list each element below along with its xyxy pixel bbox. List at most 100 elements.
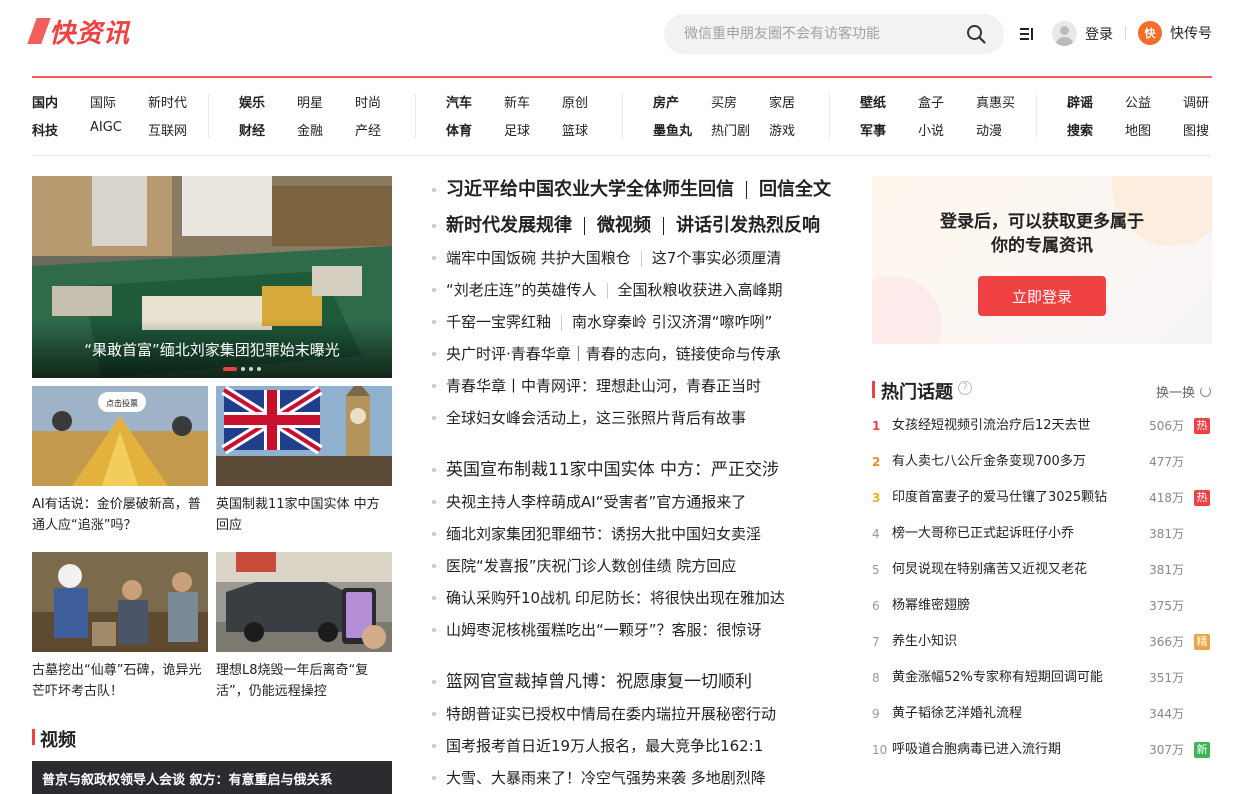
nav-item[interactable]: 军事 (860, 120, 886, 139)
news-row: 医院“发喜报”庆祝门诊人数创佳绩 院方回应 (432, 550, 842, 582)
hot-item[interactable]: 7 养生小知识 366万 精 (872, 624, 1212, 660)
news-row: 端牢中国饭碗 共护大国粮仓 这7个事实必须厘清 (432, 242, 842, 274)
nav-item[interactable]: 墨鱼丸 (653, 120, 692, 139)
headline-link[interactable]: 新时代发展规律 (446, 215, 572, 236)
nav-item[interactable]: 家居 (769, 92, 795, 111)
news-link[interactable]: 青春华章丨中青网评：理想赴山河，青春正当时 (446, 377, 761, 395)
hot-badge: 热 (1194, 418, 1210, 434)
news-card[interactable]: 英国制裁11家中国实体 中方回应 (216, 386, 392, 536)
news-link[interactable]: 英国宣布制裁11家中国实体 中方：严正交涉 (446, 460, 779, 480)
nav-item[interactable]: 财经 (239, 120, 265, 139)
news-link[interactable]: 央视主持人李梓萌成AI“受害者”官方通报来了 (446, 493, 746, 511)
news-link[interactable]: 特朗普证实已授权中情局在委内瑞拉开展秘密行动 (446, 705, 776, 723)
carousel-dot[interactable] (223, 367, 237, 371)
hot-item[interactable]: 3 印度首富妻子的爱马仕镶了3025颗钻 418万 热 (872, 480, 1212, 516)
video-item[interactable]: 普京与叙政权领导人会谈 叙方：有意重启与俄关系 (32, 761, 392, 794)
nav-item[interactable]: 原创 (562, 92, 588, 111)
search-input[interactable] (684, 26, 954, 42)
card-image (32, 552, 208, 652)
nav-item[interactable]: 搜索 (1067, 120, 1093, 139)
nav-item[interactable]: 科技 (32, 120, 58, 139)
news-card[interactable]: 古墓挖出“仙尊”石碑，诡异光芒吓坏考古队！ (32, 552, 208, 702)
nav-item[interactable]: 热门剧 (711, 120, 750, 139)
news-link[interactable]: 全国秋粮收获进入高峰期 (618, 281, 783, 299)
nav-item[interactable]: 国际 (90, 92, 116, 111)
carousel-dot[interactable] (241, 367, 245, 371)
hero-title: “果敢首富”缅北刘家集团犯罪始末曝光 (84, 341, 340, 359)
nav-item[interactable]: 调研 (1183, 92, 1209, 111)
nav-item[interactable]: 互联网 (148, 120, 187, 139)
nav-item[interactable]: AIGC (90, 120, 122, 135)
news-link[interactable]: 南水穿秦岭 引汉济渭“嚓咋咧” (572, 313, 772, 331)
news-link[interactable]: 千窑一宝霁红釉 (446, 313, 551, 331)
separator (640, 250, 642, 267)
login-link[interactable]: 登录 (1052, 21, 1113, 46)
hot-item[interactable]: 9 黄子韬徐艺洋婚礼流程 344万 (872, 696, 1212, 732)
news-link[interactable]: 确认采购歼10战机 印尼防长：将很快出现在雅加达 (446, 589, 785, 607)
nav-item[interactable]: 新车 (504, 92, 530, 111)
hot-item[interactable]: 6 杨幂维密翅膀 375万 (872, 588, 1212, 624)
menu-icon[interactable] (1020, 27, 1034, 41)
nav-item[interactable]: 壁纸 (860, 92, 886, 111)
nav-item[interactable]: 国内 (32, 92, 58, 111)
nav-item[interactable]: 新时代 (148, 92, 187, 111)
news-link[interactable]: “刘老庄连”的英雄传人 (446, 281, 597, 299)
hot-item[interactable]: 4 榜一大哥称已正式起诉旺仔小乔 381万 (872, 516, 1212, 552)
nav-item[interactable]: 真惠买 (976, 92, 1015, 111)
nav-item[interactable]: 体育 (446, 120, 472, 139)
nav-item[interactable]: 汽车 (446, 92, 472, 111)
hero-carousel[interactable]: “果敢首富”缅北刘家集团犯罪始末曝光 (32, 176, 392, 378)
nav-item[interactable]: 房产 (653, 92, 679, 111)
refresh-button[interactable]: 换一换 (1156, 382, 1212, 401)
news-link[interactable]: 医院“发喜报”庆祝门诊人数创佳绩 院方回应 (446, 557, 736, 575)
hot-item[interactable]: 2 有人卖七八公斤金条变现700多万 477万 (872, 444, 1212, 480)
nav-item[interactable]: 产经 (355, 120, 381, 139)
headline-link[interactable]: 习近平给中国农业大学全体师生回信 (446, 179, 734, 200)
nav-item[interactable]: 足球 (504, 120, 530, 139)
card-title: 古墓挖出“仙尊”石碑，诡异光芒吓坏考古队！ (32, 663, 202, 699)
nav-item[interactable]: 公益 (1125, 92, 1151, 111)
hot-badge: 新 (1194, 742, 1210, 758)
hot-item[interactable]: 8 黄金涨幅52%专家称有短期回调可能 351万 (872, 660, 1212, 696)
news-link[interactable]: 央广时评·青春华章｜青春的志向，链接使命与传承 (446, 345, 781, 363)
help-icon[interactable]: ? (958, 381, 972, 395)
headline-link[interactable]: 讲话引发热烈反响 (676, 215, 820, 236)
search-box[interactable] (664, 14, 1004, 54)
search-icon[interactable] (966, 24, 986, 44)
nav-item[interactable]: 游戏 (769, 120, 795, 139)
site-logo[interactable]: 快资讯 (27, 14, 130, 49)
nav-item[interactable]: 明星 (297, 92, 323, 111)
news-link[interactable]: 山姆枣泥核桃蛋糕吃出“一颗牙”？客服：很惊讶 (446, 621, 762, 639)
nav-item[interactable]: 娱乐 (239, 92, 265, 111)
news-link[interactable]: 篮网官宣裁掉曾凡博：祝愿康复一切顺利 (446, 672, 752, 692)
hot-item[interactable]: 10 呼吸道合胞病毒已进入流行期 307万 新 (872, 732, 1212, 768)
news-link[interactable]: 端牢中国饭碗 共护大国粮仓 (446, 249, 631, 267)
news-link[interactable]: 大雪、大暴雨来了！冷空气强势来袭 多地剧烈降 (446, 769, 766, 787)
nav-item[interactable]: 动漫 (976, 120, 1002, 139)
headline-link[interactable]: 微视频 (597, 215, 651, 236)
news-link[interactable]: 国考报考首日近19万人报名，最大竞争比162:1 (446, 737, 763, 755)
nav-item[interactable]: 篮球 (562, 120, 588, 139)
carousel-dot[interactable] (257, 367, 261, 371)
kuaichuanhao-link[interactable]: 快 快传号 (1138, 21, 1212, 45)
nav-item[interactable]: 辟谣 (1067, 92, 1093, 111)
nav-item[interactable]: 小说 (918, 120, 944, 139)
nav-item[interactable]: 盒子 (918, 92, 944, 111)
nav-item[interactable]: 地图 (1125, 120, 1151, 139)
news-card[interactable]: 点击投票 AI有话说：金价屡破新高，普通人应“追涨”吗？ (32, 386, 208, 536)
login-now-button[interactable]: 立即登录 (978, 276, 1106, 316)
carousel-indicator[interactable] (223, 367, 261, 371)
carousel-dot[interactable] (249, 367, 253, 371)
news-row: 缅北刘家集团犯罪细节：诱拐大批中国妇女卖淫 (432, 518, 842, 550)
news-link[interactable]: 全球妇女峰会活动上，这三张照片背后有故事 (446, 409, 746, 427)
news-card[interactable]: 理想L8烧毁一年后离奇“复活”，仍能远程操控 (216, 552, 392, 702)
hot-item[interactable]: 5 何炅说现在特别痛苦又近视又老花 381万 (872, 552, 1212, 588)
news-link[interactable]: 缅北刘家集团犯罪细节：诱拐大批中国妇女卖淫 (446, 525, 761, 543)
headline-link[interactable]: 回信全文 (759, 179, 831, 200)
nav-item[interactable]: 图搜 (1183, 120, 1209, 139)
news-link[interactable]: 这7个事实必须厘清 (652, 249, 782, 267)
hot-item[interactable]: 1 女孩经短视频引流治疗后12天去世 506万 热 (872, 408, 1212, 444)
nav-item[interactable]: 买房 (711, 92, 737, 111)
nav-item[interactable]: 时尚 (355, 92, 381, 111)
nav-item[interactable]: 金融 (297, 120, 323, 139)
